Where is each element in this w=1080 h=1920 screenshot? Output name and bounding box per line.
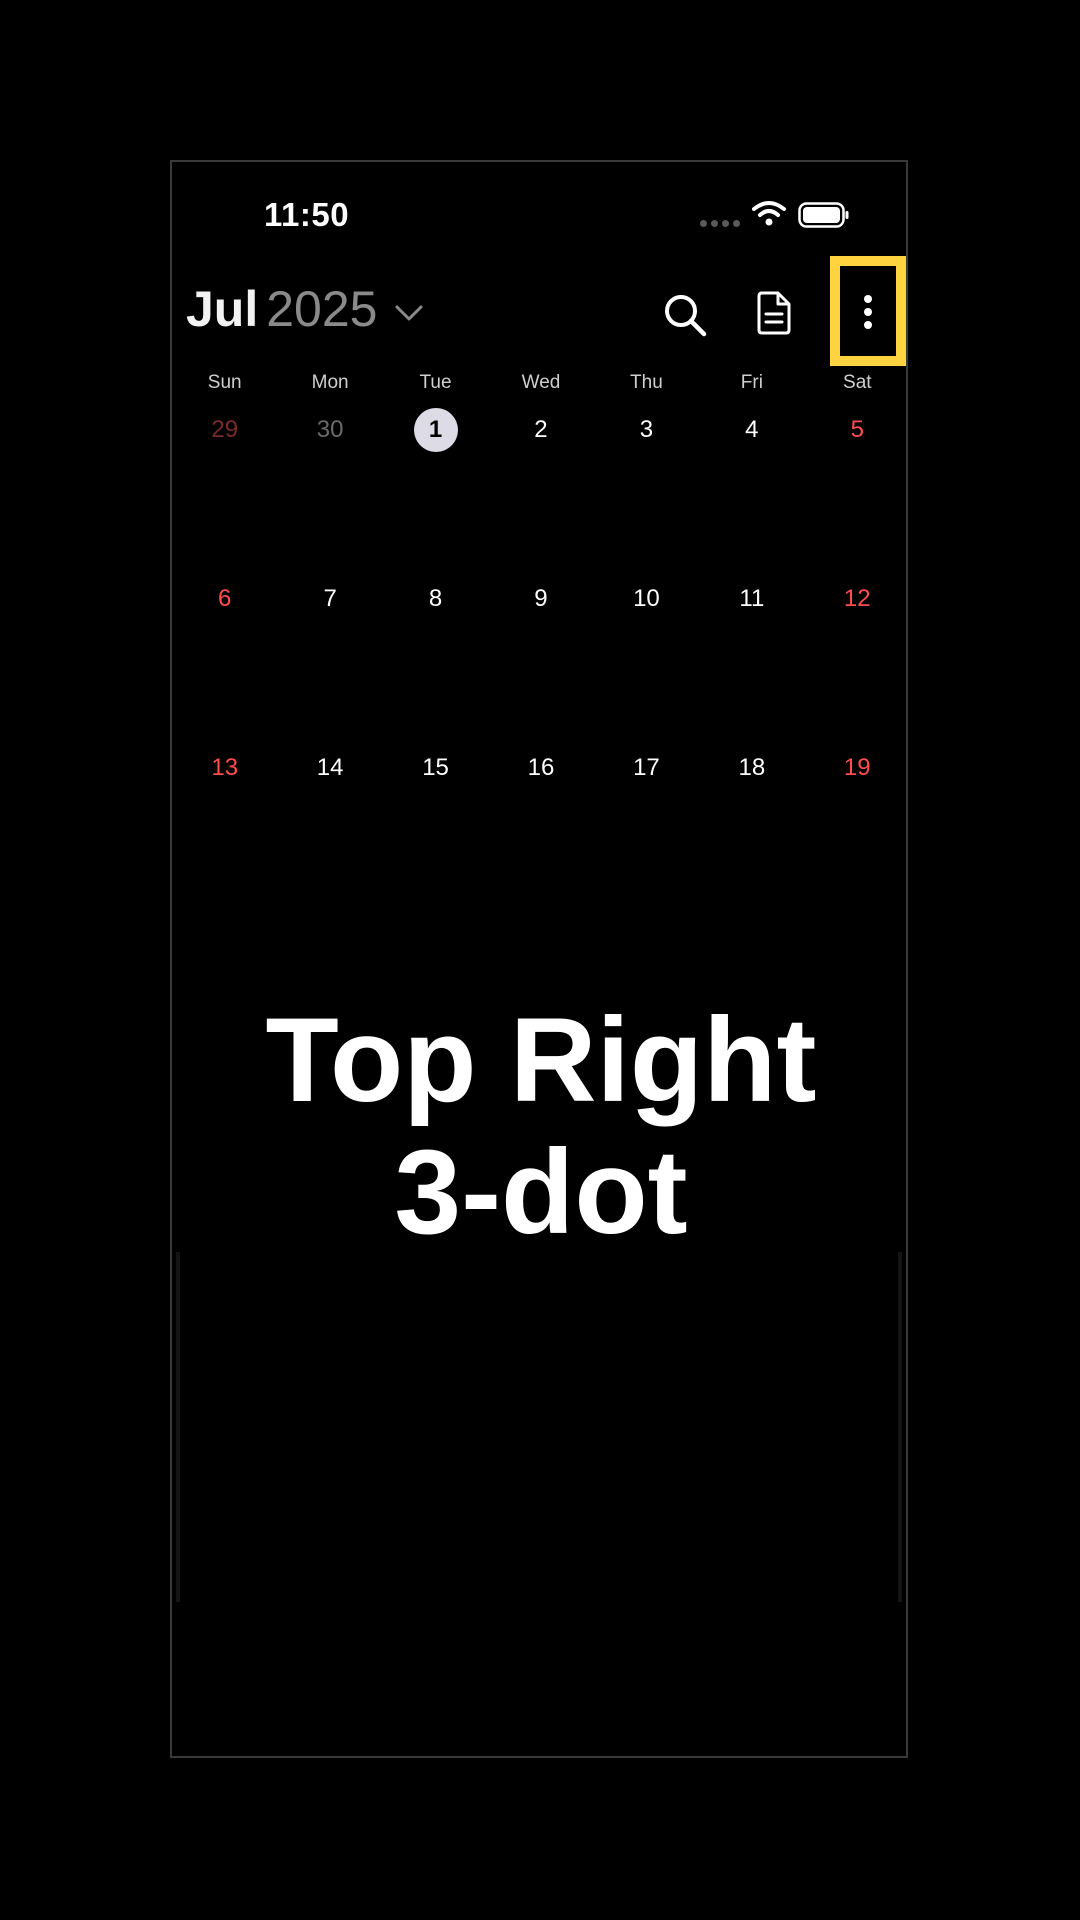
battery-icon: [798, 202, 849, 228]
status-time: 11:50: [264, 196, 350, 233]
wifi-icon: [752, 201, 786, 226]
weekday-header: Sun Mon Tue Wed Thu Fri Sat: [172, 372, 906, 394]
annotation-line-1: Top Right: [265, 993, 817, 1127]
signal-icon: [700, 220, 740, 227]
phone-screen: 11:50 Jul 2025 Sun Mon Tue Wed Thu Fri S…: [170, 160, 908, 1758]
calendar-day[interactable]: 29: [172, 408, 277, 452]
year-label: 2025: [266, 281, 378, 337]
calendar-day[interactable]: 7: [277, 577, 382, 621]
calendar-day[interactable]: 10: [594, 577, 699, 621]
side-edge-right: [898, 1252, 902, 1602]
calendar-day[interactable]: 30: [277, 408, 382, 452]
calendar-day[interactable]: 5: [805, 408, 906, 452]
weekday-label: Tue: [419, 372, 452, 393]
weekday-label: Wed: [521, 372, 561, 393]
month-year-selector[interactable]: Jul 2025: [186, 280, 377, 338]
calendar-day[interactable]: 18: [699, 746, 804, 790]
search-icon[interactable]: [662, 292, 708, 338]
calendar-day[interactable]: 11: [699, 577, 804, 621]
calendar-day[interactable]: 13: [172, 746, 277, 790]
calendar-day[interactable]: 12: [805, 577, 906, 621]
chevron-down-icon[interactable]: [394, 304, 424, 322]
calendar-day[interactable]: 17: [594, 746, 699, 790]
annotation-overlay: Top Right 3-dot: [172, 993, 906, 1259]
weekday-label: Sat: [843, 372, 872, 393]
more-options-button[interactable]: [830, 256, 906, 366]
week-row: 13 14 15 16 17 18 19: [172, 746, 906, 790]
calendar-day[interactable]: 6: [172, 577, 277, 621]
calendar-day[interactable]: 4: [699, 408, 804, 452]
calendar-day[interactable]: 14: [277, 746, 382, 790]
calendar-day[interactable]: 3: [594, 408, 699, 452]
weekday-label: Thu: [630, 372, 663, 393]
weekday-label: Mon: [311, 372, 349, 393]
calendar-day[interactable]: 2: [488, 408, 593, 452]
annotation-line-2: 3-dot: [394, 1125, 688, 1259]
calendar-day[interactable]: 8: [383, 577, 488, 621]
document-icon[interactable]: [756, 290, 792, 336]
side-edge-left: [176, 1252, 180, 1602]
weekday-label: Sun: [207, 372, 242, 393]
more-vertical-icon: [864, 295, 872, 329]
month-label: Jul: [186, 281, 259, 337]
calendar-day[interactable]: 15: [383, 746, 488, 790]
calendar-day[interactable]: 16: [488, 746, 593, 790]
calendar-day[interactable]: 9: [488, 577, 593, 621]
weekday-label: Fri: [740, 372, 763, 393]
week-row: 6 7 8 9 10 11 12: [172, 577, 906, 621]
calendar-day[interactable]: 19: [805, 746, 906, 790]
week-row: 29 30 1 2 3 4 5: [172, 408, 906, 452]
calendar-day-today[interactable]: 1: [383, 408, 488, 452]
